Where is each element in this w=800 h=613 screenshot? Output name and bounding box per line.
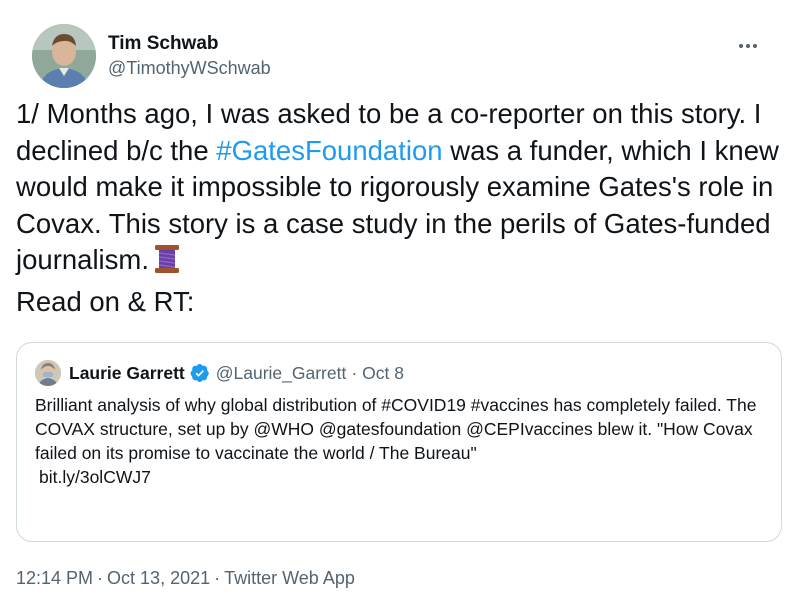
tweet-text-part3: Read on & RT: <box>16 285 195 317</box>
quoted-author-handle[interactable]: @Laurie_Garrett <box>216 363 347 384</box>
quoted-text-body: Brilliant analysis of why global distrib… <box>35 395 757 463</box>
meta-separator: · <box>97 568 104 588</box>
quoted-author-name[interactable]: Laurie Garrett <box>69 363 185 384</box>
quoted-author-avatar[interactable] <box>35 360 61 386</box>
quoted-tweet-header: Laurie Garrett @Laurie_Garrett · Oct 8 <box>35 359 763 387</box>
author-name[interactable]: Tim Schwab <box>108 32 271 56</box>
quoted-tweet-text: Brilliant analysis of why global distrib… <box>35 393 763 489</box>
hashtag-link[interactable]: #GatesFoundation <box>216 135 442 166</box>
meta-separator: · <box>214 568 221 588</box>
quoted-tweet[interactable]: Laurie Garrett @Laurie_Garrett · Oct 8 B… <box>16 342 782 542</box>
tweet-card: Tim Schwab @TimothyWSchwab 1/ Months ago… <box>0 0 800 613</box>
quoted-link[interactable]: bit.ly/3olCWJ7 <box>39 465 763 489</box>
author-handle[interactable]: @TimothyWSchwab <box>108 56 271 80</box>
more-dot <box>753 44 757 48</box>
tweet-text: 1/ Months ago, I was asked to be a co-re… <box>16 96 786 320</box>
quoted-profile-photo-icon <box>35 360 61 386</box>
more-dot <box>746 44 750 48</box>
quoted-separator: · <box>351 362 358 383</box>
author-names: Tim Schwab @TimothyWSchwab <box>108 32 271 80</box>
profile-photo-icon <box>32 24 96 88</box>
more-dot <box>739 44 743 48</box>
tweet-source[interactable]: Twitter Web App <box>224 568 355 588</box>
more-options-icon[interactable] <box>732 30 764 62</box>
tweet-time[interactable]: 12:14 PM <box>16 568 93 588</box>
tweet-metadata: 12:14 PM · Oct 13, 2021 · Twitter Web App <box>16 566 355 590</box>
tweet-date[interactable]: Oct 13, 2021 <box>107 568 210 588</box>
verified-badge-icon <box>190 363 210 383</box>
thread-spool-icon <box>153 244 181 284</box>
author-avatar[interactable] <box>32 24 96 88</box>
quoted-date[interactable]: Oct 8 <box>362 363 404 384</box>
tweet-header: Tim Schwab @TimothyWSchwab <box>16 12 784 88</box>
